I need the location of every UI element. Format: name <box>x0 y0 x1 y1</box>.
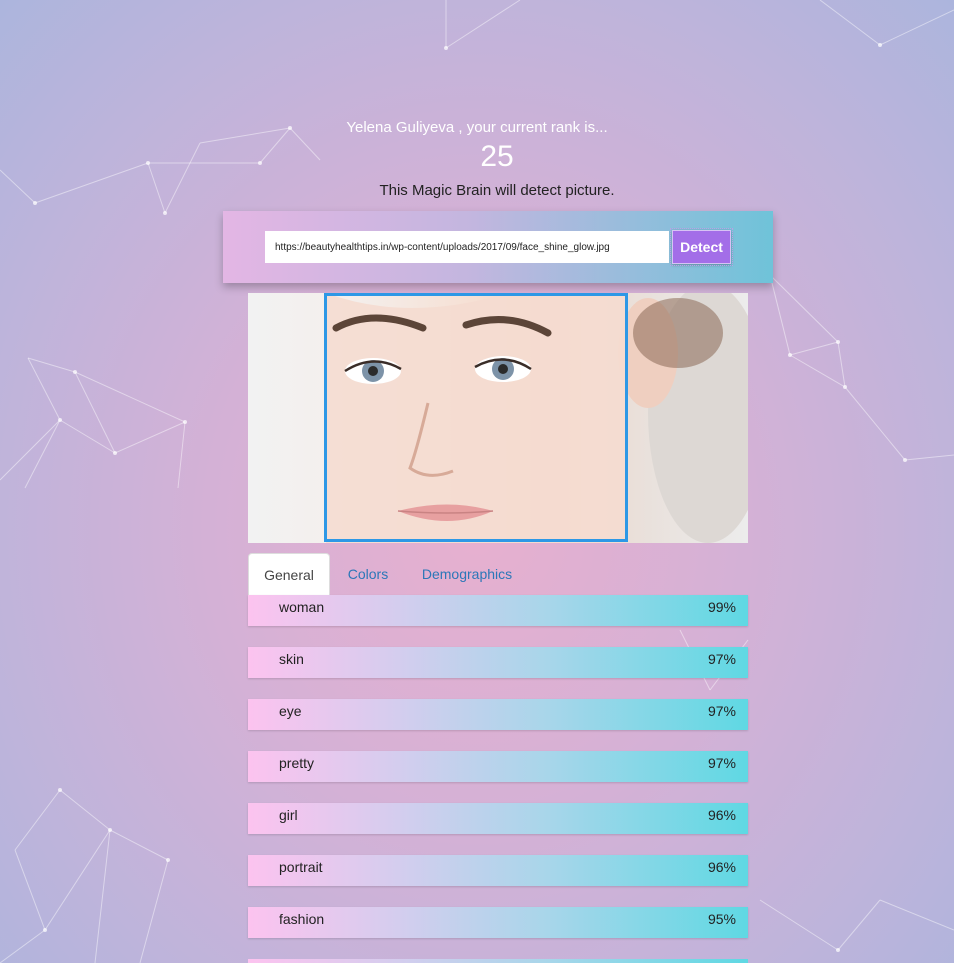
result-row: fashion 95% <box>248 907 748 938</box>
results-tabs: General Colors Demographics <box>248 553 748 595</box>
rank-greeting: Yelena Guliyeva , your current rank is..… <box>346 119 608 136</box>
result-confidence: 97% <box>707 703 736 719</box>
result-row: portrait 96% <box>248 855 748 886</box>
result-confidence: 95% <box>707 911 736 927</box>
result-row: girl 96% <box>248 803 748 834</box>
result-concept: woman <box>279 599 325 615</box>
rank-number: 25 <box>480 140 514 173</box>
result-confidence: 96% <box>707 859 736 875</box>
face-bounding-box <box>324 293 628 542</box>
result-row: skin 97% <box>248 647 748 678</box>
result-row: woman 99% <box>248 595 748 626</box>
page-subtitle: This Magic Brain will detect picture. <box>379 182 615 199</box>
image-url-form: Detect <box>223 211 773 283</box>
result-concept: fashion <box>279 911 325 927</box>
result-row: eye 97% <box>248 699 748 730</box>
result-concept: girl <box>279 807 298 823</box>
result-confidence: 97% <box>707 755 736 771</box>
detect-button[interactable]: Detect <box>670 228 733 266</box>
result-concept: eye <box>279 703 302 719</box>
result-confidence: 99% <box>707 599 736 615</box>
result-row-partial <box>248 959 748 963</box>
result-concept: pretty <box>279 755 315 771</box>
tab-colors[interactable]: Colors <box>340 553 396 595</box>
result-confidence: 96% <box>707 807 736 823</box>
result-row: pretty 97% <box>248 751 748 782</box>
result-confidence: 97% <box>707 651 736 667</box>
image-url-input[interactable] <box>265 231 669 263</box>
tab-general[interactable]: General <box>248 553 330 595</box>
result-concept: skin <box>279 651 304 667</box>
tab-demographics[interactable]: Demographics <box>416 553 518 595</box>
result-concept: portrait <box>279 859 323 875</box>
